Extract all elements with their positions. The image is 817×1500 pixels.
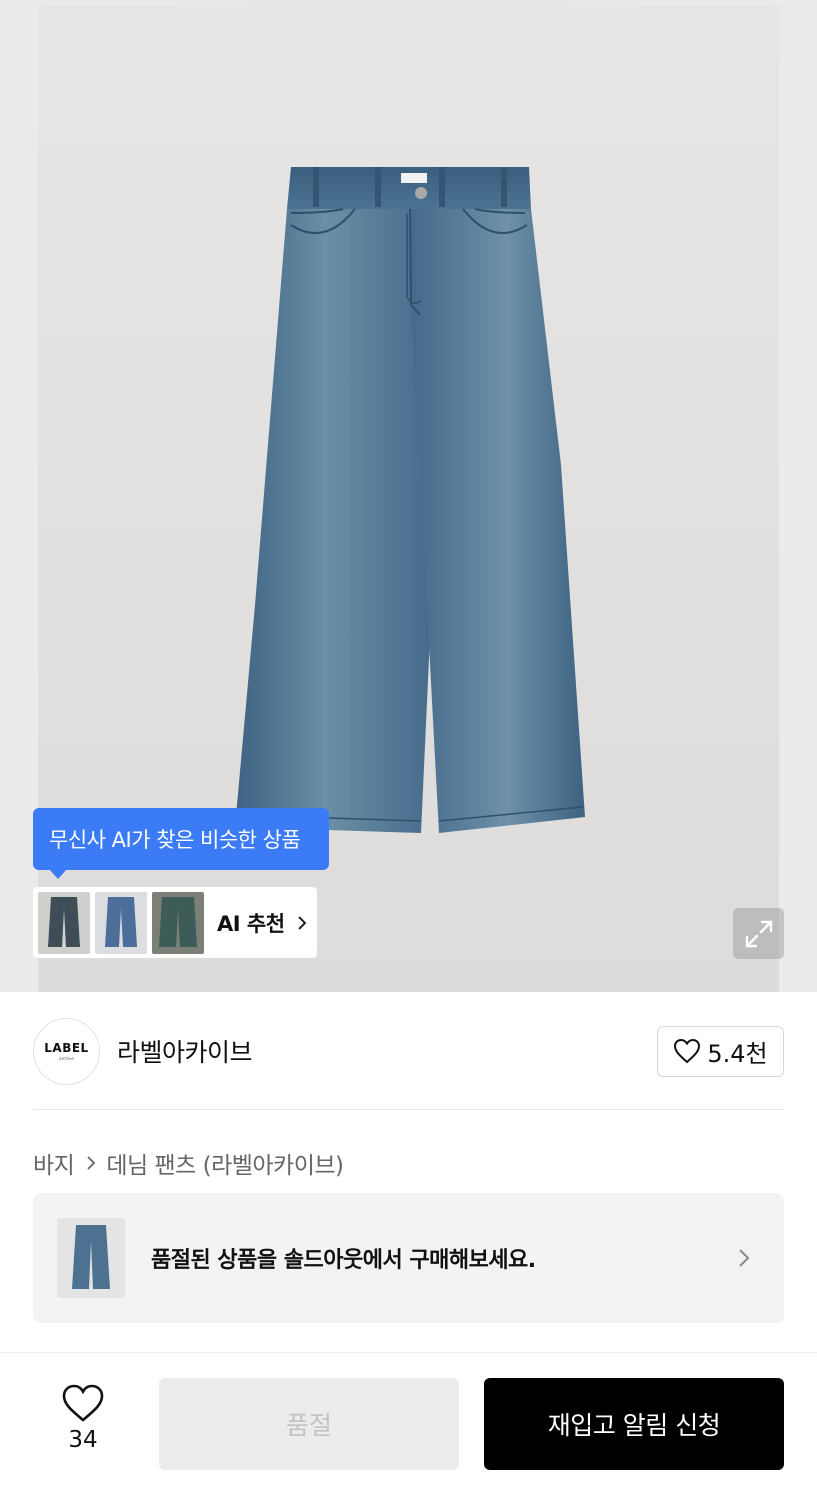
jeans-thumbnail-icon — [72, 1225, 110, 1289]
chevron-right-icon — [87, 1156, 96, 1170]
breadcrumb-subcategory[interactable]: 데님 팬츠 (라벨아카이브) — [106, 1146, 344, 1180]
chevron-right-icon — [297, 915, 306, 930]
soldout-banner-text: 품절된 상품을 솔드아웃에서 구매해보세요. — [151, 1248, 536, 1273]
divider — [33, 1109, 784, 1110]
soldout-banner[interactable]: 품절된 상품을 솔드아웃에서 구매해보세요. — [33, 1193, 784, 1323]
ai-recommend-thumbnail — [38, 891, 90, 954]
banner-thumbnail — [57, 1218, 125, 1298]
brand-logo[interactable]: LABEL archive — [33, 1017, 100, 1085]
brand-name[interactable]: 라벨아카이브 — [117, 1033, 253, 1069]
brand-logo-text: LABEL — [44, 1041, 89, 1055]
brand-logo-subtext: archive — [59, 1056, 74, 1061]
breadcrumb: 바지 데님 팬츠 (라벨아카이브) — [33, 1146, 344, 1180]
product-page: 무신사 AI가 찾은 비슷한 상품 AI 추천 LABEL archive 라벨… — [0, 0, 817, 1500]
ai-recommend-thumbnail — [95, 891, 147, 954]
expand-icon — [745, 920, 772, 947]
heart-icon — [674, 1038, 701, 1064]
product-image — [235, 167, 585, 833]
breadcrumb-category[interactable]: 바지 — [33, 1146, 75, 1180]
jeans-thumbnail-icon — [48, 896, 80, 947]
brand-row: LABEL archive 라벨아카이브 5.4천 — [33, 1016, 784, 1086]
jeans-thumbnail-icon — [105, 896, 137, 947]
ai-recommend-thumbnail — [152, 891, 204, 954]
product-image-area[interactable]: 무신사 AI가 찾은 비슷한 상품 AI 추천 — [0, 0, 817, 992]
soldout-button: 품절 — [159, 1378, 459, 1470]
wishlist-button[interactable]: 34 — [50, 1383, 116, 1465]
chevron-right-icon — [739, 1249, 750, 1267]
brand-like-count: 5.4천 — [707, 1039, 768, 1068]
ai-recommend-button[interactable]: AI 추천 — [33, 887, 317, 958]
heart-icon — [62, 1384, 104, 1422]
expand-image-button[interactable] — [733, 908, 784, 959]
brand-like-button[interactable]: 5.4천 — [657, 1025, 784, 1077]
jeans-thumbnail-icon — [159, 896, 197, 947]
wishlist-count: 34 — [68, 1427, 98, 1453]
ai-recommend-tooltip: 무신사 AI가 찾은 비슷한 상품 — [33, 808, 329, 879]
restock-alert-button[interactable]: 재입고 알림 신청 — [484, 1378, 784, 1470]
bottom-bar-divider — [0, 1352, 817, 1353]
ai-recommend-label: AI 추천 — [217, 911, 285, 936]
